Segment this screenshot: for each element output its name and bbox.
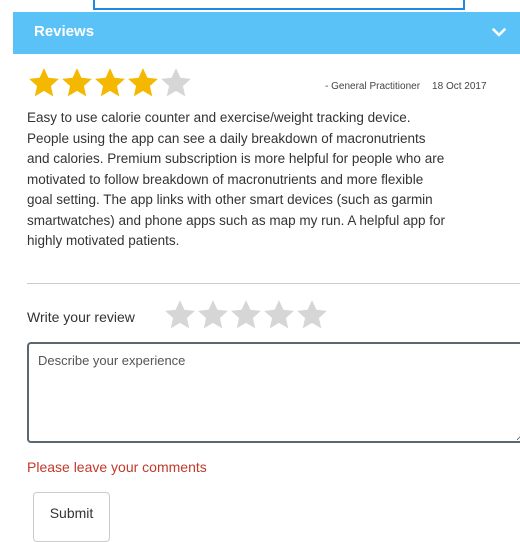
rating-input-star-5[interactable]: [295, 298, 329, 332]
review-text: Easy to use calorie counter and exercise…: [27, 108, 520, 252]
star-icon: [128, 68, 158, 97]
star-icon: [62, 68, 92, 97]
reviews-title: Reviews: [34, 23, 95, 40]
review-text-line: goal setting. The app links with other s…: [27, 192, 433, 207]
error-message: Please leave your comments: [27, 459, 207, 475]
write-review-label: Write your review: [27, 309, 135, 325]
reviewer-role: - General Practitioner: [325, 81, 421, 92]
review-text-line: motivated to follow breakdown of macronu…: [27, 171, 424, 187]
rating-input-star-1[interactable]: [163, 298, 197, 332]
reviews-header[interactable]: Reviews: [13, 12, 520, 54]
rating-input-star-2[interactable]: [196, 298, 230, 332]
star-icon: [29, 68, 59, 97]
star-icon: [161, 68, 191, 97]
review-rating-row: - General Practitioner 18 Oct 2017: [27, 66, 520, 102]
submit-button[interactable]: Submit: [33, 492, 110, 542]
review-text-line: smartwatches) and phone apps such as map…: [27, 212, 445, 228]
review-text-line: Easy to use calorie counter and exercise…: [27, 110, 411, 125]
review-text-line: and calories. Premium subscription is mo…: [27, 151, 445, 166]
section-divider: [27, 283, 520, 284]
rating-input-star-3[interactable]: [229, 298, 263, 332]
rating-input-star-4[interactable]: [262, 298, 296, 332]
top-strip: [93, 0, 465, 10]
reviewer-meta: - General Practitioner 18 Oct 2017: [325, 81, 487, 92]
review-text-line: highly motivated patients.: [27, 233, 180, 248]
review-text-line: People using the app can see a daily bre…: [27, 130, 426, 146]
review-date: 18 Oct 2017: [432, 81, 487, 92]
review-textarea[interactable]: [27, 342, 520, 443]
star-icon: [95, 68, 125, 97]
chevron-down-icon[interactable]: [490, 23, 508, 41]
